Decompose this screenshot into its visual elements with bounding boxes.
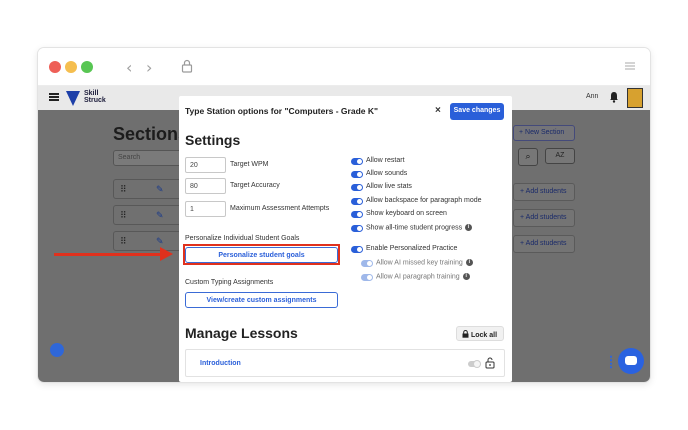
pencil-icon[interactable]: ✎: [156, 236, 164, 247]
allow-sounds-toggle[interactable]: [351, 171, 363, 178]
chat-icon[interactable]: [618, 348, 644, 374]
modal-header: Type Station options for "Computers - Gr…: [179, 96, 512, 126]
save-changes-button[interactable]: Save changes: [450, 103, 504, 120]
bell-icon[interactable]: [608, 91, 620, 103]
personalize-goals-label: Personalize Individual Student Goals: [185, 235, 300, 242]
lock-icon: [462, 330, 469, 338]
drag-handle-icon[interactable]: ⠿: [120, 184, 127, 195]
personalized-practice-label: Enable Personalized Practice: [366, 245, 458, 252]
info-icon[interactable]: i: [462, 273, 470, 280]
pencil-icon[interactable]: ✎: [156, 184, 164, 195]
lock-all-label: Lock all: [470, 332, 498, 339]
logo-line-1: Skill: [84, 90, 99, 97]
personalized-practice-toggle[interactable]: [351, 246, 363, 253]
skillstruck-logo-icon: [66, 91, 80, 106]
new-section-button[interactable]: + New Section: [513, 125, 575, 141]
lock-all-button[interactable]: Lock all: [456, 326, 504, 341]
allow-backspace-label: Allow backspace for paragraph mode: [366, 197, 482, 204]
max-assessment-attempts-label: Maximum Assessment Attempts: [230, 205, 330, 212]
target-accuracy-input[interactable]: 80: [185, 178, 226, 194]
show-keyboard-label: Show keyboard on screen: [366, 210, 447, 217]
sections-title: Sections: [113, 124, 189, 144]
ai-missed-key-label: Allow AI missed key training i: [376, 259, 473, 266]
allow-restart-label: Allow restart: [366, 157, 405, 164]
ai-paragraph-label: Allow AI paragraph training i: [376, 273, 470, 280]
show-keyboard-toggle[interactable]: [351, 211, 363, 218]
ai-missed-key-text: Allow AI missed key training: [376, 259, 463, 267]
section-row[interactable]: ⠿ ✎: [113, 205, 183, 225]
drag-handle-icon[interactable]: ⠿: [120, 210, 127, 221]
add-students-button[interactable]: + Add students: [513, 183, 575, 201]
user-name[interactable]: Ann: [586, 93, 598, 100]
allow-sounds-label: Allow sounds: [366, 170, 408, 177]
section-row[interactable]: ⠿ ✎: [113, 179, 183, 199]
allow-live-stats-label: Allow live stats: [366, 183, 412, 190]
lesson-row[interactable]: Introduction: [185, 349, 505, 377]
back-button[interactable]: ‹: [126, 58, 132, 77]
lock-icon: [181, 59, 193, 73]
ai-missed-key-toggle[interactable]: [361, 260, 373, 267]
allow-live-stats-toggle[interactable]: [351, 184, 363, 191]
avatar[interactable]: [627, 88, 643, 108]
forward-button[interactable]: ›: [146, 58, 152, 77]
allow-restart-toggle[interactable]: [351, 158, 363, 165]
max-assessment-attempts-input[interactable]: 1: [185, 201, 226, 217]
show-all-time-progress-label: Show all-time student progress i: [366, 224, 473, 232]
info-icon[interactable]: i: [465, 259, 473, 266]
modal-title: Type Station options for "Computers - Gr…: [185, 106, 379, 116]
add-students-button[interactable]: + Add students: [513, 235, 575, 253]
logo-text: Skill Struck: [84, 90, 106, 104]
tab-menu-icon[interactable]: [624, 60, 636, 72]
info-icon[interactable]: i: [465, 224, 473, 231]
add-students-button[interactable]: + Add students: [513, 209, 575, 227]
logo-line-2: Struck: [84, 97, 106, 104]
show-all-time-progress-text: Show all-time student progress: [366, 224, 463, 232]
browser-titlebar: ‹ ›: [38, 48, 650, 86]
target-accuracy-label: Target Accuracy: [230, 182, 280, 189]
view-create-custom-assignments-button[interactable]: View/create custom assignments: [185, 292, 338, 308]
app-area: Skill Struck Ann Sections Search ⠿ ✎ ⠿ ✎…: [38, 86, 650, 382]
lesson-toggle[interactable]: [468, 361, 480, 367]
type-station-options-modal: Type Station options for "Computers - Gr…: [179, 96, 512, 382]
maximize-window-button[interactable]: [81, 61, 93, 73]
pencil-icon[interactable]: ✎: [156, 210, 164, 221]
sections-search-input[interactable]: Search: [113, 150, 183, 166]
apps-grid-icon[interactable]: [609, 355, 613, 369]
custom-typing-label: Custom Typing Assignments: [185, 279, 274, 286]
target-wpm-input[interactable]: 20: [185, 157, 226, 173]
annotation-arrow: [54, 253, 164, 256]
ai-paragraph-toggle[interactable]: [361, 274, 373, 281]
help-icon[interactable]: [50, 343, 64, 357]
sort-az-button[interactable]: AZ: [545, 148, 575, 164]
search-icon[interactable]: ⌕: [518, 148, 538, 166]
unlock-icon[interactable]: [485, 357, 495, 369]
hamburger-icon[interactable]: [49, 93, 59, 101]
lesson-name[interactable]: Introduction: [200, 360, 241, 367]
show-all-time-progress-toggle[interactable]: [351, 225, 363, 232]
annotation-arrow-head: [160, 247, 173, 261]
ai-paragraph-text: Allow AI paragraph training: [376, 273, 460, 281]
allow-backspace-toggle[interactable]: [351, 198, 363, 205]
target-wpm-label: Target WPM: [230, 161, 269, 168]
close-icon[interactable]: ×: [435, 105, 441, 116]
browser-window: ‹ › Skill Struck Ann Sections Search ⠿ ✎…: [38, 48, 650, 382]
drag-handle-icon[interactable]: ⠿: [120, 236, 127, 247]
minimize-window-button[interactable]: [65, 61, 77, 73]
settings-heading: Settings: [185, 132, 241, 148]
manage-lessons-heading: Manage Lessons: [185, 325, 298, 341]
annotation-highlight-box: [183, 244, 340, 265]
close-window-button[interactable]: [49, 61, 61, 73]
